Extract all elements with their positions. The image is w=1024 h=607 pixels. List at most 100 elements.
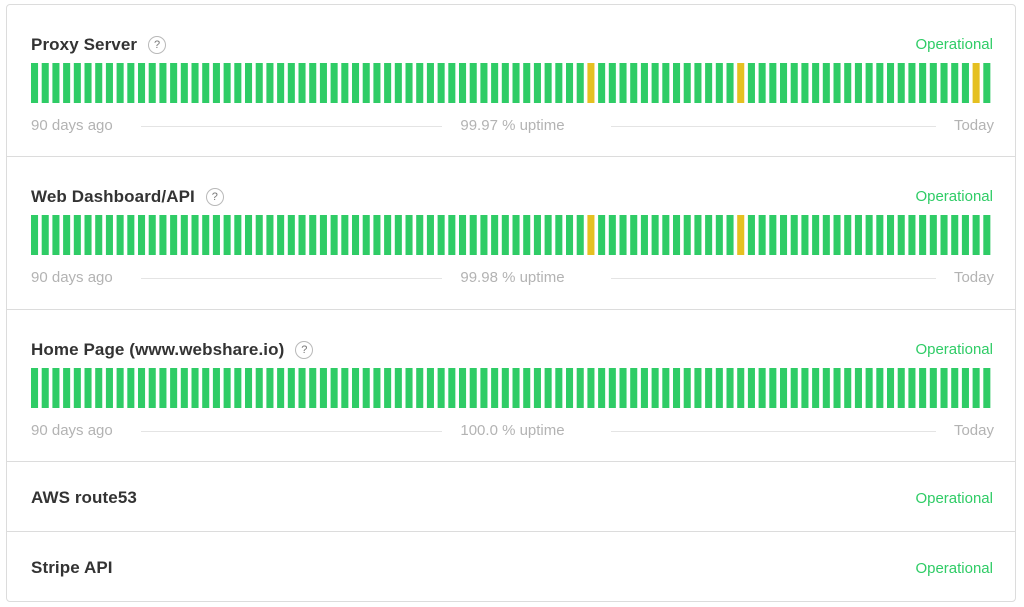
- uptime-day-bar[interactable]: [972, 215, 980, 255]
- uptime-day-bar[interactable]: [223, 368, 231, 408]
- uptime-day-bar-degraded[interactable]: [972, 63, 980, 103]
- uptime-day-bar[interactable]: [31, 215, 39, 255]
- uptime-day-bar[interactable]: [651, 368, 659, 408]
- uptime-day-bar[interactable]: [394, 368, 402, 408]
- uptime-day-bar[interactable]: [459, 215, 467, 255]
- uptime-day-bar[interactable]: [255, 215, 263, 255]
- uptime-day-bar[interactable]: [437, 63, 445, 103]
- uptime-day-bar[interactable]: [180, 215, 188, 255]
- uptime-day-bar[interactable]: [245, 63, 253, 103]
- uptime-day-bar[interactable]: [961, 215, 969, 255]
- uptime-day-bar[interactable]: [480, 368, 488, 408]
- uptime-day-bar[interactable]: [116, 368, 124, 408]
- uptime-day-bar[interactable]: [673, 63, 681, 103]
- uptime-day-bar[interactable]: [319, 63, 327, 103]
- uptime-day-bar[interactable]: [138, 63, 146, 103]
- uptime-day-bar[interactable]: [245, 215, 253, 255]
- uptime-day-bar[interactable]: [940, 63, 948, 103]
- uptime-day-bar[interactable]: [630, 63, 638, 103]
- uptime-day-bar[interactable]: [373, 368, 381, 408]
- uptime-day-bar[interactable]: [566, 368, 574, 408]
- uptime-day-bar[interactable]: [105, 215, 113, 255]
- uptime-day-bar[interactable]: [833, 63, 841, 103]
- uptime-day-bar[interactable]: [566, 63, 574, 103]
- uptime-day-bar[interactable]: [394, 215, 402, 255]
- uptime-day-bar[interactable]: [780, 368, 788, 408]
- uptime-day-bar[interactable]: [983, 63, 991, 103]
- uptime-day-bar[interactable]: [619, 63, 627, 103]
- uptime-day-bar[interactable]: [919, 63, 927, 103]
- uptime-day-bar[interactable]: [73, 63, 81, 103]
- uptime-day-bar[interactable]: [277, 215, 285, 255]
- uptime-day-bar[interactable]: [726, 368, 734, 408]
- uptime-day-bar[interactable]: [854, 63, 862, 103]
- uptime-day-bar[interactable]: [95, 63, 103, 103]
- uptime-day-bar[interactable]: [159, 368, 167, 408]
- uptime-day-bar[interactable]: [908, 368, 916, 408]
- uptime-day-bar[interactable]: [683, 63, 691, 103]
- uptime-day-bar[interactable]: [480, 215, 488, 255]
- uptime-day-bar[interactable]: [555, 368, 563, 408]
- uptime-day-bar[interactable]: [255, 368, 263, 408]
- uptime-day-bar[interactable]: [480, 63, 488, 103]
- uptime-day-bar[interactable]: [576, 63, 584, 103]
- uptime-day-bar[interactable]: [95, 215, 103, 255]
- uptime-day-bar[interactable]: [758, 368, 766, 408]
- uptime-day-bar[interactable]: [929, 63, 937, 103]
- uptime-day-bar[interactable]: [116, 215, 124, 255]
- uptime-day-bar[interactable]: [726, 215, 734, 255]
- uptime-day-bar[interactable]: [747, 215, 755, 255]
- uptime-day-bar[interactable]: [747, 368, 755, 408]
- uptime-day-bar[interactable]: [394, 63, 402, 103]
- uptime-day-bar[interactable]: [640, 368, 648, 408]
- uptime-day-bar[interactable]: [309, 215, 317, 255]
- uptime-day-bar[interactable]: [105, 63, 113, 103]
- uptime-day-bar[interactable]: [405, 63, 413, 103]
- uptime-day-bar[interactable]: [341, 63, 349, 103]
- uptime-day-bar[interactable]: [127, 63, 135, 103]
- uptime-day-bar[interactable]: [598, 63, 606, 103]
- uptime-day-bar[interactable]: [972, 368, 980, 408]
- uptime-day-bar[interactable]: [523, 215, 531, 255]
- uptime-day-bar[interactable]: [812, 215, 820, 255]
- uptime-day-bar[interactable]: [769, 368, 777, 408]
- uptime-day-bar[interactable]: [940, 368, 948, 408]
- uptime-day-bar[interactable]: [544, 368, 552, 408]
- uptime-day-bar[interactable]: [887, 368, 895, 408]
- uptime-day-bar[interactable]: [619, 215, 627, 255]
- uptime-day-bar[interactable]: [640, 215, 648, 255]
- uptime-day-bar[interactable]: [662, 368, 670, 408]
- uptime-day-bar[interactable]: [694, 368, 702, 408]
- uptime-day-bar[interactable]: [865, 63, 873, 103]
- uptime-day-bar[interactable]: [84, 63, 92, 103]
- uptime-day-bar[interactable]: [416, 215, 424, 255]
- uptime-day-bar[interactable]: [330, 63, 338, 103]
- uptime-day-bar[interactable]: [662, 63, 670, 103]
- uptime-day-bar[interactable]: [790, 368, 798, 408]
- uptime-day-bar-degraded[interactable]: [587, 215, 595, 255]
- uptime-day-bar[interactable]: [737, 368, 745, 408]
- uptime-day-bar[interactable]: [608, 215, 616, 255]
- uptime-day-bar[interactable]: [287, 63, 295, 103]
- uptime-day-bar[interactable]: [52, 63, 60, 103]
- uptime-day-bar[interactable]: [255, 63, 263, 103]
- uptime-day-bar[interactable]: [52, 368, 60, 408]
- uptime-day-bar[interactable]: [212, 368, 220, 408]
- uptime-day-bar[interactable]: [416, 368, 424, 408]
- uptime-day-bar[interactable]: [512, 368, 520, 408]
- uptime-day-bar[interactable]: [41, 215, 49, 255]
- uptime-day-bar[interactable]: [191, 63, 199, 103]
- uptime-day-bar[interactable]: [234, 215, 242, 255]
- uptime-day-bar[interactable]: [384, 63, 392, 103]
- uptime-day-bar[interactable]: [908, 63, 916, 103]
- uptime-day-bar[interactable]: [148, 368, 156, 408]
- uptime-day-bar[interactable]: [448, 215, 456, 255]
- uptime-day-bar[interactable]: [705, 63, 713, 103]
- uptime-day-bar[interactable]: [587, 368, 595, 408]
- uptime-day-bar[interactable]: [52, 215, 60, 255]
- uptime-day-bar[interactable]: [159, 215, 167, 255]
- uptime-day-bar[interactable]: [170, 368, 178, 408]
- uptime-day-bar[interactable]: [929, 368, 937, 408]
- uptime-day-bar[interactable]: [138, 215, 146, 255]
- uptime-day-bar[interactable]: [908, 215, 916, 255]
